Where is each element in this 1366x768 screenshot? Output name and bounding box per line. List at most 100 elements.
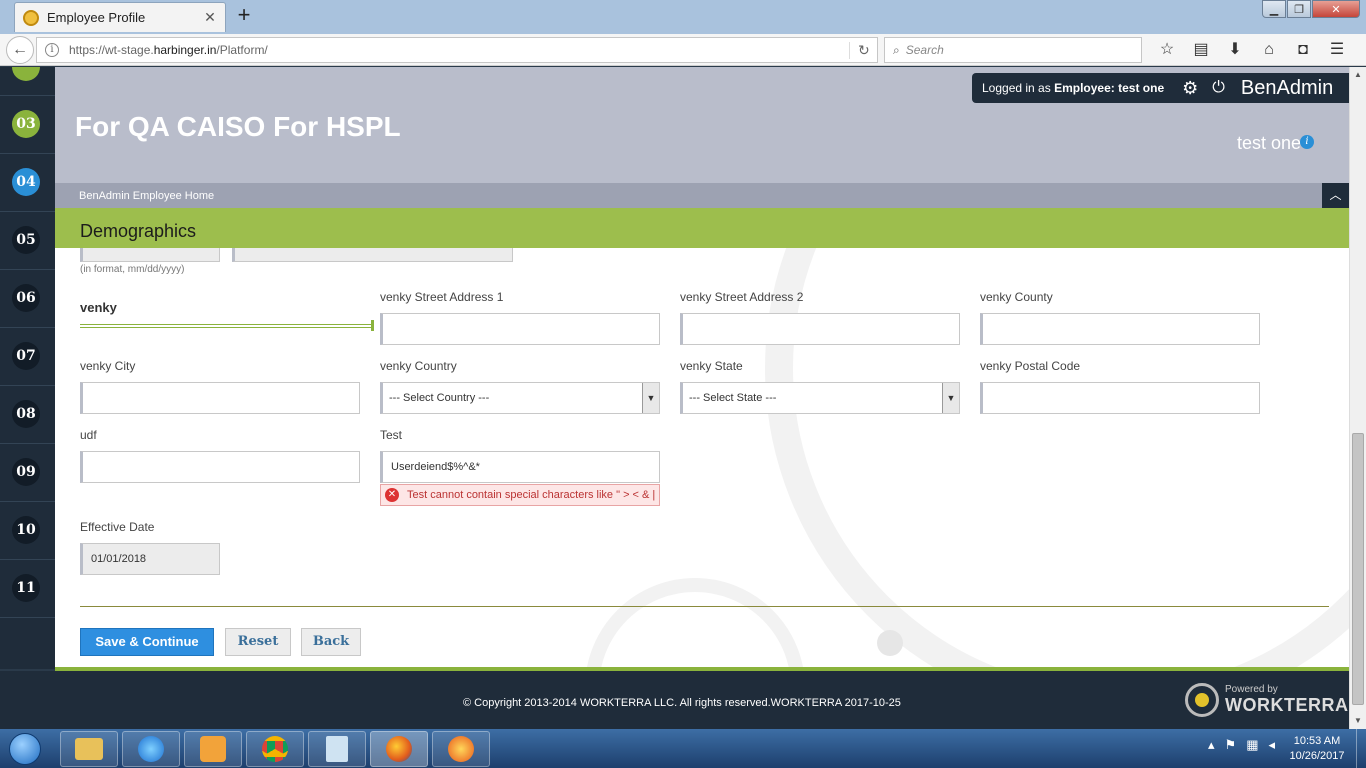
state-label: venky State xyxy=(680,359,743,373)
internet-explorer-icon xyxy=(138,736,164,762)
save-continue-button[interactable]: Save & Continue xyxy=(80,628,214,656)
pocket-icon[interactable]: ◘ xyxy=(1286,40,1320,60)
tray-expand-icon[interactable]: ▴ xyxy=(1208,737,1215,753)
new-tab-button[interactable]: + xyxy=(232,4,256,28)
app-taskbar-button[interactable] xyxy=(432,731,490,767)
reading-list-icon[interactable]: ▤ xyxy=(1184,40,1218,60)
firefox-taskbar-button[interactable] xyxy=(370,731,428,767)
country-label: venky Country xyxy=(380,359,457,373)
close-tab-icon[interactable]: ✕ xyxy=(203,9,217,26)
step-03[interactable]: 03 xyxy=(12,110,40,138)
state-select[interactable]: --- Select State --- ▼ xyxy=(680,382,960,414)
notepad-icon xyxy=(326,736,348,762)
test-label: Test xyxy=(380,428,403,442)
city-input[interactable] xyxy=(80,382,360,414)
collapse-header-icon[interactable]: ︿ xyxy=(1322,183,1349,208)
previous-date-field[interactable]: 01/01/2017 xyxy=(80,248,220,262)
volume-icon[interactable]: ◂ xyxy=(1268,737,1275,753)
action-center-flag-icon[interactable]: ⚑ xyxy=(1225,737,1237,753)
show-desktop-button[interactable] xyxy=(1356,729,1366,768)
background-dot xyxy=(877,630,903,656)
street2-input[interactable] xyxy=(680,313,960,345)
section-title: Demographics xyxy=(80,221,197,241)
street1-input[interactable] xyxy=(380,313,660,345)
gear-icon[interactable]: ⚙ xyxy=(1182,78,1198,99)
browser-tab[interactable]: Employee Profile ✕ xyxy=(14,2,226,32)
site-info-icon[interactable]: i xyxy=(45,43,59,57)
file-explorer-taskbar-button[interactable] xyxy=(60,731,118,767)
step-08[interactable]: 08 xyxy=(12,400,40,428)
search-icon: ⌕ xyxy=(893,42,900,57)
copyright-text: © Copyright 2013-2014 WORKTERRA LLC. All… xyxy=(463,697,901,709)
logged-in-text: Logged in as Employee: test one xyxy=(982,81,1165,95)
reload-icon[interactable]: ↻ xyxy=(849,41,870,59)
notepad-taskbar-button[interactable] xyxy=(308,731,366,767)
postal-input[interactable] xyxy=(980,382,1260,414)
browser-tab-bar: Employee Profile ✕ + ▁ ❐ ✕ xyxy=(0,0,1366,34)
home-icon[interactable]: ⌂ xyxy=(1252,40,1286,60)
section-header: Demographics xyxy=(55,208,1349,248)
address-bar[interactable]: i https://wt-stage.harbinger.in/Platform… xyxy=(36,37,878,63)
media-player-taskbar-button[interactable] xyxy=(184,731,242,767)
country-select[interactable]: --- Select Country --- ▼ xyxy=(380,382,660,414)
brand-name: BenAdmin xyxy=(1240,76,1334,99)
page-scrollbar[interactable]: ▲ ▼ xyxy=(1349,67,1366,729)
back-button[interactable]: Back xyxy=(301,628,361,656)
scroll-up-icon[interactable]: ▲ xyxy=(1350,67,1366,83)
test-input[interactable]: Userdeiend$%^&* xyxy=(380,451,660,483)
download-icon[interactable]: ⬇ xyxy=(1218,40,1252,60)
chrome-taskbar-button[interactable] xyxy=(246,731,304,767)
reset-button[interactable]: Reset xyxy=(225,628,291,656)
step-partial[interactable] xyxy=(12,67,40,81)
step-07[interactable]: 07 xyxy=(12,342,40,370)
back-arrow-icon[interactable]: ← xyxy=(6,36,34,64)
scrollbar-thumb[interactable] xyxy=(1352,433,1364,705)
system-clock[interactable]: 10:53 AM 10/26/2017 xyxy=(1282,734,1352,764)
bookmark-star-icon[interactable]: ☆ xyxy=(1150,40,1184,60)
user-bar: Logged in as Employee: test one ⚙ ⏻ BenA… xyxy=(972,73,1349,103)
step-06[interactable]: 06 xyxy=(12,284,40,312)
county-input[interactable] xyxy=(980,313,1260,345)
page-header: For QA CAISO For HSPL Logged in as Emplo… xyxy=(55,67,1349,183)
step-10[interactable]: 10 xyxy=(12,516,40,544)
search-input[interactable]: ⌕ Search xyxy=(884,37,1142,63)
street2-label: venky Street Address 2 xyxy=(680,290,804,304)
tab-title: Employee Profile xyxy=(47,10,146,25)
user-display-name: test one xyxy=(1236,133,1301,153)
step-04[interactable]: 04 xyxy=(12,168,40,196)
firefox-icon xyxy=(386,736,412,762)
street1-label: venky Street Address 1 xyxy=(380,290,504,304)
background-watermark xyxy=(765,248,1349,667)
minimize-window-button[interactable]: ▁ xyxy=(1262,0,1286,18)
breadcrumb-bar: BenAdmin Employee Home ︿ xyxy=(55,183,1349,208)
city-label: venky City xyxy=(80,359,136,373)
effective-date-input[interactable]: 01/01/2018 xyxy=(80,543,220,575)
browser-nav-bar: ← i https://wt-stage.harbinger.in/Platfo… xyxy=(0,34,1366,66)
info-icon[interactable]: i xyxy=(1300,135,1314,149)
step-09[interactable]: 09 xyxy=(12,458,40,486)
breadcrumb[interactable]: BenAdmin Employee Home xyxy=(79,190,214,202)
power-icon[interactable]: ⏻ xyxy=(1212,79,1225,97)
scroll-down-icon[interactable]: ▼ xyxy=(1350,713,1366,729)
group-title: venky xyxy=(80,300,117,315)
internet-explorer-taskbar-button[interactable] xyxy=(122,731,180,767)
date-format-hint: (in format, mm/dd/yyyy) xyxy=(80,264,185,275)
network-icon[interactable]: ▦ xyxy=(1246,737,1258,753)
step-rail: 03 04 05 06 07 08 09 10 11 xyxy=(0,67,55,669)
county-label: venky County xyxy=(980,290,1053,304)
form-divider xyxy=(80,606,1329,607)
maximize-window-button[interactable]: ❐ xyxy=(1287,0,1311,18)
postal-label: venky Postal Code xyxy=(980,359,1081,373)
chevron-down-icon[interactable]: ▼ xyxy=(942,383,959,413)
step-05[interactable]: 05 xyxy=(12,226,40,254)
media-player-icon xyxy=(200,736,226,762)
start-button[interactable] xyxy=(2,730,48,768)
url-text: https://wt-stage.harbinger.in/Platform/ xyxy=(69,43,268,57)
close-window-button[interactable]: ✕ xyxy=(1312,0,1360,18)
udf-input[interactable] xyxy=(80,451,360,483)
step-11[interactable]: 11 xyxy=(12,574,40,602)
chrome-icon xyxy=(262,736,288,762)
previous-field[interactable]: 0 xyxy=(232,248,513,262)
chevron-down-icon[interactable]: ▼ xyxy=(642,383,659,413)
menu-icon[interactable]: ☰ xyxy=(1320,40,1354,60)
